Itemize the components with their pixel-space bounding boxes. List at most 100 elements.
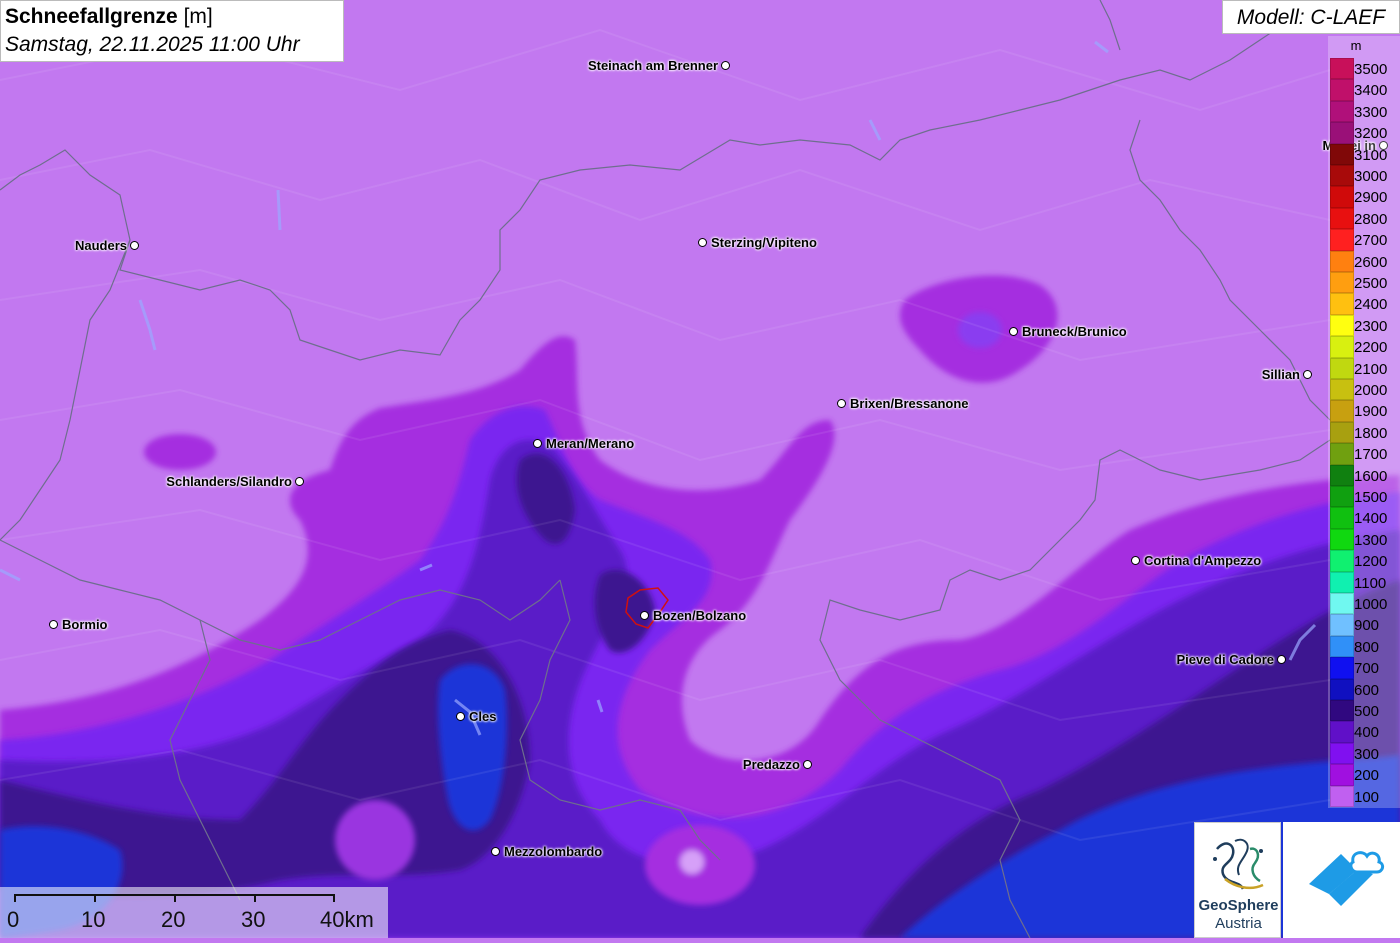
legend-swatch bbox=[1330, 400, 1354, 422]
legend-swatch bbox=[1330, 464, 1354, 486]
legend-swatch bbox=[1330, 700, 1354, 722]
legend-swatch bbox=[1330, 657, 1354, 679]
legend-label: 2200 bbox=[1354, 339, 1388, 357]
legend-entry: 1600 bbox=[1328, 464, 1400, 486]
place-label[interactable]: Schlanders/Silandro bbox=[166, 474, 292, 489]
place-label[interactable]: Cles bbox=[469, 709, 496, 724]
legend-swatch bbox=[1330, 486, 1354, 508]
legend-swatch bbox=[1330, 528, 1354, 551]
legend-label: 700 bbox=[1354, 660, 1380, 678]
place-marker[interactable] bbox=[1009, 327, 1018, 336]
legend-entry: 100 bbox=[1328, 785, 1400, 807]
place-marker[interactable] bbox=[1277, 655, 1286, 664]
legend-entry: 3100 bbox=[1328, 143, 1400, 165]
place-marker[interactable] bbox=[721, 61, 730, 70]
legend-label: 1500 bbox=[1354, 489, 1388, 506]
legend-swatch bbox=[1330, 379, 1354, 401]
place-label[interactable]: Brixen/Bressanone bbox=[850, 396, 969, 411]
place-marker[interactable] bbox=[640, 611, 649, 620]
mountain-cloud-icon bbox=[1309, 851, 1385, 906]
legend-label: 2900 bbox=[1354, 189, 1388, 207]
legend-entry: 2000 bbox=[1328, 379, 1400, 401]
place-label[interactable]: Sillian bbox=[1262, 367, 1300, 382]
place-label[interactable]: Bruneck/Brunico bbox=[1022, 324, 1127, 339]
place-marker[interactable] bbox=[1131, 556, 1140, 565]
place-label[interactable]: Cortina d'Ampezzo bbox=[1144, 553, 1261, 568]
legend-label: 2100 bbox=[1354, 360, 1388, 378]
place-marker[interactable] bbox=[49, 620, 58, 629]
legend-swatch bbox=[1330, 785, 1354, 807]
parameter-unit: [m] bbox=[183, 5, 213, 28]
legend-label: 1100 bbox=[1354, 574, 1387, 592]
place-label[interactable]: Nauders bbox=[75, 238, 127, 253]
place-label[interactable]: Meran/Merano bbox=[546, 436, 634, 451]
legend-swatch bbox=[1330, 742, 1354, 765]
scale-tick bbox=[94, 894, 96, 902]
parameter-name: Schneefallgrenze bbox=[5, 5, 178, 28]
place-label[interactable]: Bozen/Bolzano bbox=[653, 608, 746, 623]
scale-label-20: 20 bbox=[161, 907, 186, 932]
legend-entry: 1700 bbox=[1328, 443, 1400, 465]
place-marker[interactable] bbox=[456, 712, 465, 721]
place-label[interactable]: Sterzing/Vipiteno bbox=[711, 235, 817, 250]
place-label[interactable]: Predazzo bbox=[743, 757, 800, 772]
legend-swatch bbox=[1330, 272, 1354, 294]
scale-tick bbox=[333, 894, 335, 902]
scale-label-0: 0 bbox=[7, 907, 20, 932]
legend-entry: 3300 bbox=[1328, 100, 1400, 123]
forecast-datetime: Samstag, 22.11.2025 11:00 Uhr bbox=[5, 33, 300, 56]
legend-label: 2800 bbox=[1354, 210, 1388, 228]
title-line: Schneefallgrenze [m] bbox=[5, 3, 339, 31]
legend-swatch bbox=[1330, 79, 1354, 101]
legend-label: 200 bbox=[1354, 767, 1380, 785]
legend-swatch bbox=[1330, 764, 1354, 786]
place-marker[interactable] bbox=[533, 439, 542, 448]
place-label[interactable]: Pieve di Cadore bbox=[1176, 652, 1274, 667]
legend-label: 1300 bbox=[1354, 531, 1388, 549]
legend-entry: 2400 bbox=[1328, 293, 1400, 315]
legend-label: 900 bbox=[1354, 617, 1380, 635]
place-marker[interactable] bbox=[803, 760, 812, 769]
legend-label: 1200 bbox=[1354, 553, 1388, 571]
legend-entry: 3200 bbox=[1328, 122, 1400, 144]
legend-swatch bbox=[1330, 122, 1354, 144]
place-marker[interactable] bbox=[1303, 370, 1312, 379]
legend-label: 2000 bbox=[1354, 382, 1388, 399]
geosphere-logo[interactable]: GeoSphere Austria bbox=[1194, 822, 1281, 938]
legend-entry: 600 bbox=[1328, 678, 1400, 700]
legend-swatch bbox=[1330, 336, 1354, 358]
model-label: Modell: C-LAEF bbox=[1222, 0, 1400, 34]
legend-swatch bbox=[1330, 250, 1354, 272]
legend-entry: 2100 bbox=[1328, 357, 1400, 379]
place-label[interactable]: Mezzolombardo bbox=[504, 844, 602, 859]
partner-logo[interactable] bbox=[1283, 822, 1400, 938]
legend-swatch bbox=[1330, 314, 1354, 337]
legend-label: 3100 bbox=[1354, 146, 1388, 164]
legend-swatch bbox=[1330, 165, 1354, 187]
legend-entry: 3500 bbox=[1328, 58, 1400, 80]
place-marker[interactable] bbox=[698, 238, 707, 247]
legend-label: 1000 bbox=[1354, 596, 1388, 613]
place-marker[interactable] bbox=[130, 241, 139, 250]
place-label[interactable]: Steinach am Brenner bbox=[588, 58, 718, 73]
legend-entry: 1300 bbox=[1328, 528, 1400, 551]
legend-swatch bbox=[1330, 443, 1354, 465]
legend-label: 500 bbox=[1354, 703, 1380, 720]
place-label[interactable]: Bormio bbox=[62, 617, 108, 632]
legend-swatch bbox=[1330, 721, 1354, 743]
legend-label: 3500 bbox=[1354, 61, 1388, 78]
place-marker[interactable] bbox=[491, 847, 500, 856]
legend-label: 3200 bbox=[1354, 125, 1388, 143]
scale-label-30: 30 bbox=[241, 907, 266, 932]
place-marker[interactable] bbox=[837, 399, 846, 408]
legend-entry: 1400 bbox=[1328, 507, 1400, 529]
legend-entry: 2300 bbox=[1328, 314, 1400, 337]
place-marker[interactable] bbox=[295, 477, 304, 486]
legend-label: 2300 bbox=[1354, 317, 1388, 335]
legend-swatch bbox=[1330, 550, 1354, 572]
legend-swatch bbox=[1330, 186, 1354, 208]
legend-entry: 1800 bbox=[1328, 421, 1400, 444]
legend-label: 1400 bbox=[1354, 510, 1388, 528]
legend-entry: 1200 bbox=[1328, 550, 1400, 572]
snowfall-line-map[interactable] bbox=[0, 0, 1400, 938]
